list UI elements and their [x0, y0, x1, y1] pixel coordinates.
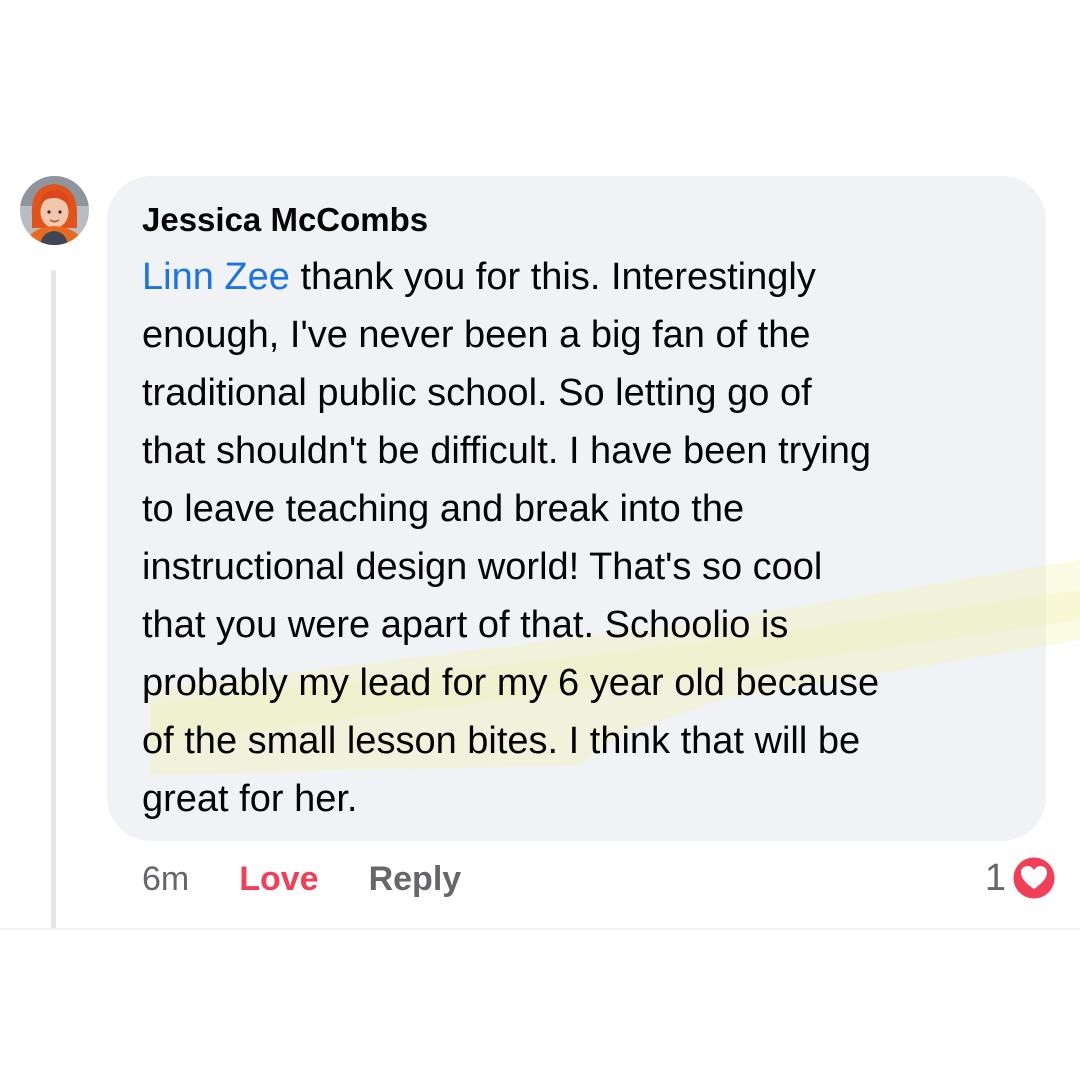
mention-link[interactable]: Linn Zee — [142, 256, 290, 298]
comment-line: to leave teaching and break into the — [142, 488, 745, 530]
timestamp[interactable]: 6m — [142, 860, 189, 899]
comment-line-text: thank you for this. Interestingly — [289, 256, 816, 298]
comment-actions: 6m Love Reply — [142, 853, 461, 905]
comment-line: great for her. — [142, 778, 358, 820]
comment-line: that you were apart of that. Schoolio is — [142, 604, 789, 646]
comment-line: Linn Zee thank you for this. Interesting… — [142, 248, 1032, 306]
comment-line: probably my lead for my 6 year old becau… — [142, 662, 880, 704]
comment-line: of the small lesson bites. I think that … — [142, 720, 861, 762]
comment-line: enough, I've never been a big fan of the — [142, 314, 811, 356]
comment-author[interactable]: Jessica McCombs — [142, 196, 428, 244]
divider — [0, 928, 1080, 930]
reaction-count: 1 — [984, 856, 1006, 899]
comment-line: instructional design world! That's so co… — [142, 546, 823, 588]
comment-line: traditional public school. So letting go… — [142, 372, 812, 414]
thread-line — [51, 270, 56, 930]
love-heart-icon — [1010, 854, 1058, 902]
avatar-photo — [20, 176, 89, 245]
comment-text: Linn Zee thank you for this. Interesting… — [142, 248, 1032, 828]
reaction-summary[interactable]: 1 — [985, 850, 1058, 906]
comment-line: that shouldn't be difficult. I have been… — [142, 430, 872, 472]
avatar[interactable] — [20, 176, 89, 245]
love-button[interactable]: Love — [239, 860, 318, 899]
reply-button[interactable]: Reply — [369, 860, 462, 899]
